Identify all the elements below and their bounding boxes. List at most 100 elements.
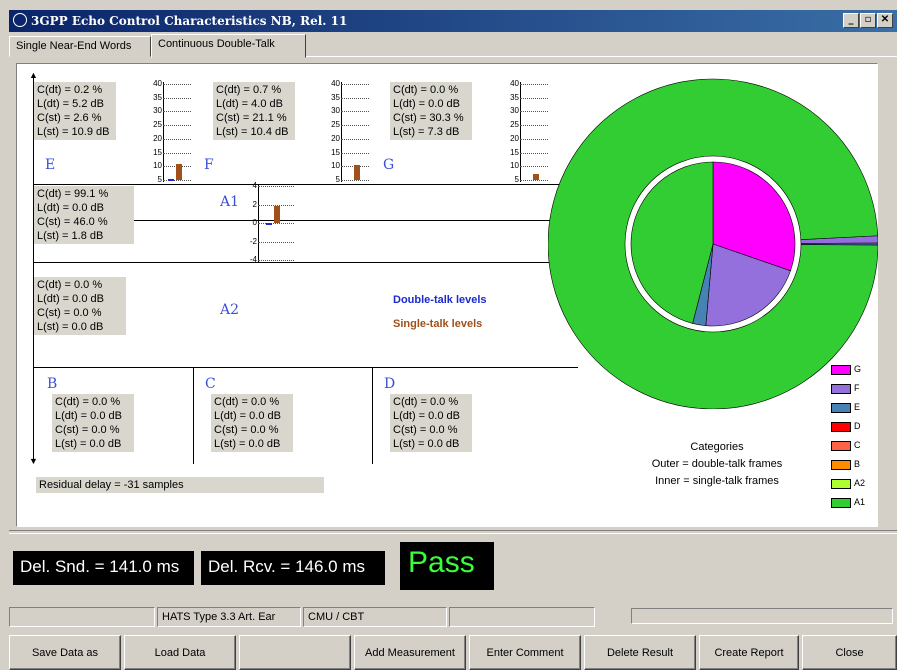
zone-a1-stats: C(dt) = 99.1 % L(dt) = 0.0 dB C(st) = 46.0… [34, 186, 134, 244]
zone-d-stats: C(dt) = 0.0 % L(dt) = 0.0 dB C(st) = 0.0 %… [390, 394, 472, 452]
zone-f-level-chart: 40 35 30 25 20 15 10 5 [331, 80, 369, 184]
mini-gridline [520, 152, 548, 154]
legend-captions: Categories Outer = double-talk frames In… [651, 441, 783, 487]
legend-label: E [854, 402, 861, 412]
mini-tick-label: 35 [331, 92, 340, 102]
double-talk-levels-label: Double-talk levels [393, 294, 487, 306]
mini-tick-label: 40 [153, 79, 162, 88]
mini-gridline [163, 152, 191, 154]
legend-swatch [831, 421, 851, 432]
mini-tick-label: 2 [252, 199, 257, 209]
mini-tick-label: 4 [252, 181, 257, 190]
mini-tick-label: 5 [335, 175, 340, 184]
mini-gridline [258, 223, 294, 224]
close-window-button[interactable]: ✕ [877, 13, 893, 28]
category-pie-chart [548, 78, 878, 409]
zone-c-label: C [205, 376, 216, 392]
mini-tick-label: 30 [331, 106, 340, 116]
mini-tick-label: 20 [153, 133, 162, 143]
zone-e-label: E [45, 157, 56, 173]
mini-tick-label: -2 [249, 236, 257, 246]
legend-label: A1 [854, 497, 866, 507]
legend-item-c: C [831, 440, 861, 451]
mini-tick-label: 35 [510, 92, 519, 102]
mini-tick-label: 10 [510, 161, 519, 171]
legend-item-e: E [831, 402, 860, 413]
single-talk-levels-label: Single-talk levels [393, 318, 483, 330]
mini-gridline [163, 138, 191, 140]
app-icon [13, 13, 27, 27]
mini-gridline [520, 84, 548, 85]
load-data-button[interactable]: Load Data [124, 635, 236, 670]
window-title: 3GPP Echo Control Characteristics NB, Re… [31, 14, 348, 28]
mini-gridline [341, 84, 369, 85]
zone-g-level-chart: 40 35 30 25 20 15 10 5 [510, 80, 548, 184]
zone-a1-label: A1 [220, 194, 240, 210]
save-data-button[interactable]: Save Data as [9, 635, 121, 670]
legend-swatch [831, 497, 851, 508]
legend-swatch [831, 459, 851, 470]
mini-gridline [163, 111, 191, 113]
legend-label: F [854, 383, 860, 393]
mini-gridline [341, 180, 369, 181]
separator [9, 530, 897, 534]
zone-b-label: B [47, 376, 58, 392]
add-measurement-button[interactable]: Add Measurement [354, 635, 466, 670]
mini-gridline [520, 111, 548, 113]
zone-f-label: F [204, 157, 214, 173]
mini-tick-label: 15 [331, 147, 340, 157]
minimize-button[interactable]: _ [843, 13, 859, 28]
zone-g-stats: C(dt) = 0.0 % L(dt) = 0.0 dB C(st) = 30.3 … [390, 82, 472, 140]
status-field-device: CMU / CBT [303, 607, 447, 627]
mini-tick-label: 10 [153, 161, 162, 171]
mini-tick-label: 40 [331, 79, 340, 88]
tab-single-near-end-words[interactable]: Single Near-End Words [9, 36, 151, 57]
maximize-button[interactable]: ▫ [860, 13, 876, 28]
tab-continuous-double-talk[interactable]: Continuous Double-Talk [151, 34, 306, 58]
zone-c-stats: C(dt) = 0.0 % L(dt) = 0.0 dB C(st) = 0.0 %… [211, 394, 293, 452]
enter-comment-button[interactable]: Enter Comment [469, 635, 581, 670]
mini-gridline [520, 97, 548, 99]
legend-swatch [831, 364, 851, 375]
delete-result-button[interactable]: Delete Result [584, 635, 696, 670]
mini-tick-label: 10 [331, 161, 340, 171]
send-delay-readout: Del. Snd. = 141.0 ms [13, 551, 194, 585]
status-field-4 [449, 607, 595, 627]
zone-d-label: D [384, 376, 396, 392]
blank-button[interactable] [239, 635, 351, 670]
mini-gridline [258, 204, 294, 206]
mini-gridline [520, 138, 548, 140]
legend-item-b: B [831, 459, 860, 470]
mini-gridline [341, 152, 369, 154]
zone-b-stats: C(dt) = 0.0 % L(dt) = 0.0 dB C(st) = 0.0 %… [52, 394, 134, 452]
mini-gridline [163, 125, 191, 127]
create-report-button[interactable]: Create Report [699, 635, 799, 670]
zone-a2-label: A2 [220, 302, 240, 318]
mini-tick-label: 20 [331, 133, 340, 143]
title-bar: 3GPP Echo Control Characteristics NB, Re… [9, 10, 897, 32]
progress-field [631, 608, 893, 624]
receive-delay-readout: Del. Rcv. = 146.0 ms [201, 551, 385, 585]
legend-swatch [831, 383, 851, 394]
divider-line [193, 367, 194, 464]
divider-line [372, 367, 373, 464]
mini-gridline [258, 186, 294, 187]
zone-f-stats: C(dt) = 0.7 % L(dt) = 4.0 dB C(st) = 21.1 … [213, 82, 295, 140]
mini-gridline [341, 111, 369, 113]
legend-swatch [831, 478, 851, 489]
divider-line [33, 184, 565, 185]
single-talk-level-bar [274, 206, 281, 223]
legend-label: G [854, 364, 862, 374]
residual-delay-text: Residual delay = -31 samples [36, 477, 324, 493]
mini-tick-label: 30 [153, 106, 162, 116]
legend-swatch [831, 440, 851, 451]
arrow-up-icon: ▲ [29, 70, 38, 80]
mini-gridline [341, 138, 369, 140]
legend-item-a1: A1 [831, 497, 865, 508]
mini-tick-label: 0 [252, 218, 257, 227]
close-button[interactable]: Close [802, 635, 897, 670]
result-status: Pass [400, 542, 494, 590]
legend-label: A2 [854, 478, 866, 488]
mini-gridline [258, 241, 294, 243]
mini-gridline [341, 125, 369, 127]
